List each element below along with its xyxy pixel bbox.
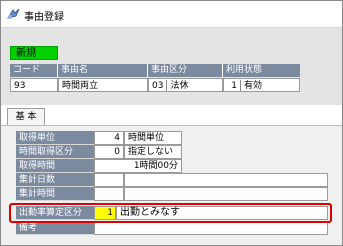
category-name: 法休 <box>170 81 189 91</box>
column-header-category: 事由区分 <box>148 64 223 77</box>
tab-strip <box>1 105 342 126</box>
tab-basic[interactable]: 基 本 <box>7 108 45 125</box>
acquisition-time-field[interactable]: 1時間00分 <box>94 159 182 173</box>
column-header-status: 利用状態 <box>223 64 300 77</box>
new-mode-badge: 新規 <box>10 46 58 60</box>
window-title: 事由登録 <box>24 12 64 23</box>
hour-acquisition-type-text: 指定しない <box>124 145 182 159</box>
app-icon <box>7 8 20 19</box>
category-field[interactable]: 03 法休 <box>148 78 223 92</box>
acquisition-time-label: 取得時間 <box>16 159 94 173</box>
acquisition-unit-label: 取得単位 <box>16 131 94 145</box>
title-bar: 事由登録 <box>1 1 342 28</box>
reason-name-field[interactable]: 時間両立 <box>58 78 148 92</box>
status-name: 有効 <box>244 81 263 91</box>
total-time-label: 集計時間 <box>16 187 94 201</box>
status-code: 1 <box>231 81 237 91</box>
code-field[interactable]: 93 <box>10 78 58 92</box>
total-time-field[interactable] <box>94 187 124 201</box>
acquisition-unit-code[interactable]: 4 <box>94 131 124 145</box>
column-header-code: コード <box>10 64 58 77</box>
dialog-window: 事由登録 新規 コード 事由名 事由区分 利用状態 93 時間両立 03 法休 1… <box>0 0 343 246</box>
remarks-field[interactable] <box>94 221 328 235</box>
total-days-field[interactable] <box>94 173 124 187</box>
acquisition-unit-text: 時間単位 <box>124 131 182 145</box>
remarks-label: 備考 <box>16 221 94 235</box>
status-field[interactable]: 1 有効 <box>223 78 300 92</box>
total-time-extra <box>124 187 328 201</box>
total-days-extra <box>124 173 328 187</box>
total-days-label: 集計日数 <box>16 173 94 187</box>
hour-acquisition-type-code[interactable]: 0 <box>94 145 124 159</box>
focus-highlight <box>9 203 332 223</box>
hour-acquisition-type-label: 時間取得区分 <box>16 145 94 159</box>
category-code: 03 <box>152 81 164 91</box>
column-header-name: 事由名 <box>58 64 148 77</box>
